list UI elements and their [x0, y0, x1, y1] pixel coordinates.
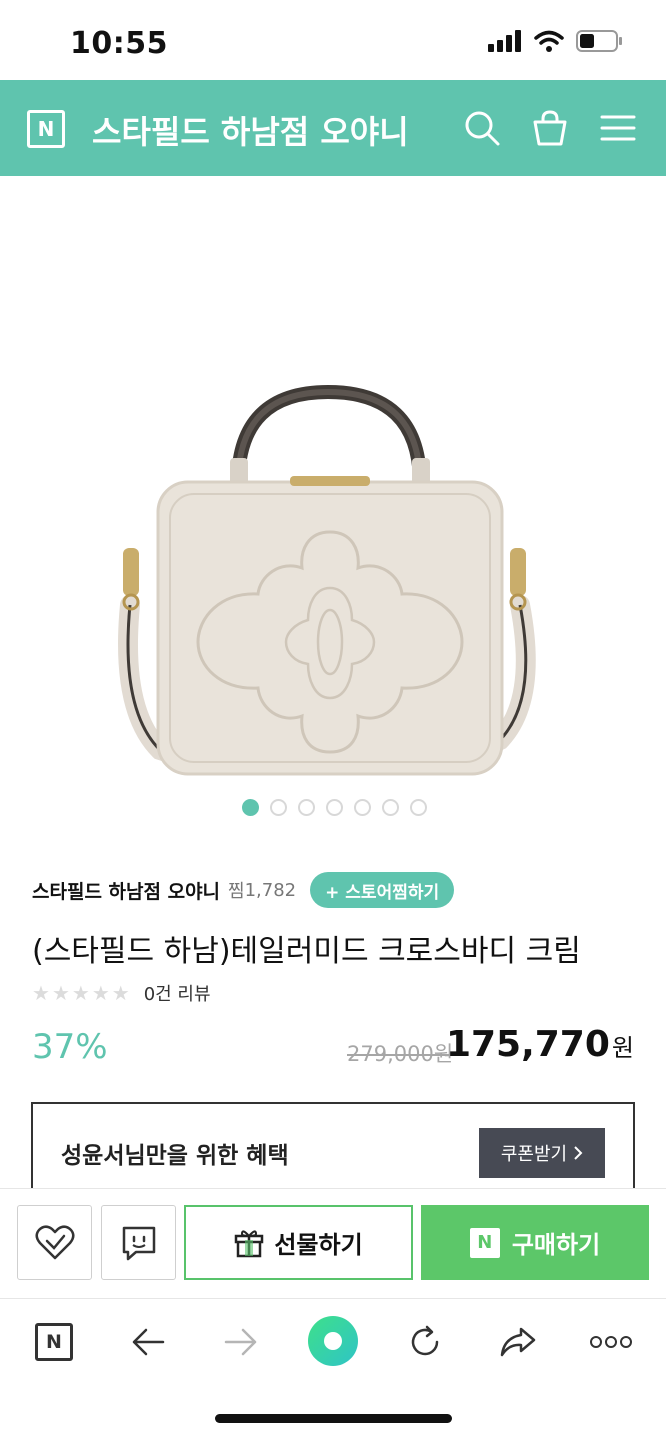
review-count[interactable]: 0건 리뷰	[144, 980, 211, 1006]
benefit-box: 성윤서님만을 위한 혜택 쿠폰받기	[31, 1102, 635, 1202]
status-icons	[488, 30, 622, 52]
gallery-dot[interactable]	[382, 799, 399, 816]
home-indicator	[215, 1414, 452, 1423]
hamburger-menu-icon[interactable]	[598, 108, 638, 148]
sale-price-group: 175,770 원	[446, 1024, 634, 1065]
purchase-bar: 선물하기 N 구매하기	[0, 1188, 666, 1298]
star-icon: ★	[32, 981, 50, 1005]
gift-button-label: 선물하기	[274, 1231, 363, 1259]
product-image[interactable]	[90, 380, 570, 790]
heart-check-icon	[35, 1225, 74, 1259]
zzim-label: 찜	[228, 881, 245, 902]
green-dot-icon	[308, 1316, 358, 1366]
star-icon: ★	[91, 981, 110, 1005]
like-button[interactable]	[17, 1205, 92, 1280]
buy-button[interactable]: N 구매하기	[421, 1205, 649, 1280]
gallery-indicator	[242, 799, 427, 816]
more-dots-icon	[590, 1336, 632, 1348]
more-button[interactable]	[586, 1317, 636, 1367]
search-icon[interactable]	[462, 108, 502, 148]
wifi-icon	[534, 30, 564, 52]
store-zzim-button[interactable]: + 스토어찜하기	[310, 872, 455, 908]
naver-logo[interactable]: N	[27, 110, 65, 148]
store-title[interactable]: 스타필드 하남점 오야니	[92, 107, 409, 153]
home-circle-button[interactable]	[307, 1315, 359, 1367]
star-icon: ★	[111, 981, 130, 1005]
gallery-dot[interactable]	[354, 799, 371, 816]
benefit-title: 성윤서님만을 위한 혜택	[61, 1143, 289, 1169]
currency-unit: 원	[611, 1034, 634, 1062]
star-icon: ★	[51, 981, 70, 1005]
battery-icon	[576, 30, 622, 52]
gallery-dot[interactable]	[242, 799, 259, 816]
product-title: (스타필드 하남)테일러미드 크로스바디 크림	[32, 934, 581, 969]
discount-rate: 37%	[32, 1027, 108, 1067]
gallery-dot[interactable]	[410, 799, 427, 816]
gallery-dot[interactable]	[298, 799, 315, 816]
gallery-dot[interactable]	[326, 799, 343, 816]
naver-home-button[interactable]: N	[29, 1317, 79, 1367]
buy-button-label: 구매하기	[511, 1231, 601, 1259]
store-row: 스타필드 하남점 오야니 찜 1,782 + 스토어찜하기	[32, 870, 455, 910]
gift-button[interactable]: 선물하기	[184, 1205, 413, 1280]
naver-logo-icon: N	[35, 1323, 73, 1361]
naver-pay-logo: N	[469, 1227, 500, 1258]
shopping-bag-icon[interactable]	[530, 108, 570, 148]
app-header: N 스타필드 하남점 오야니	[0, 80, 666, 176]
back-button[interactable]	[123, 1317, 173, 1367]
original-price: 279,000원	[347, 1042, 454, 1066]
talk-button[interactable]	[101, 1205, 176, 1280]
rating-stars: ★ ★ ★ ★ ★	[32, 983, 130, 1003]
reload-button[interactable]	[400, 1317, 450, 1367]
status-bar: 10:55	[0, 0, 666, 80]
arrow-left-icon	[132, 1328, 165, 1356]
sale-price: 175,770	[445, 1024, 610, 1065]
status-time: 10:55	[70, 26, 168, 61]
coupon-button[interactable]: 쿠폰받기	[479, 1128, 605, 1178]
share-button[interactable]	[493, 1317, 543, 1367]
coupon-button-label: 쿠폰받기	[500, 1144, 568, 1165]
talk-bubble-icon	[122, 1226, 155, 1260]
zzim-count: 1,782	[244, 879, 297, 901]
rating-row: ★ ★ ★ ★ ★ 0건 리뷰	[32, 980, 211, 1006]
gallery-dot[interactable]	[270, 799, 287, 816]
gift-icon	[235, 1229, 264, 1257]
chevron-right-icon	[574, 1146, 583, 1160]
star-icon: ★	[71, 981, 90, 1005]
store-name[interactable]: 스타필드 하남점 오야니	[32, 877, 220, 904]
share-icon	[500, 1327, 536, 1357]
reload-icon	[411, 1325, 439, 1356]
signal-icon	[488, 30, 521, 52]
arrow-right-icon	[224, 1328, 257, 1356]
forward-button[interactable]	[216, 1317, 266, 1367]
